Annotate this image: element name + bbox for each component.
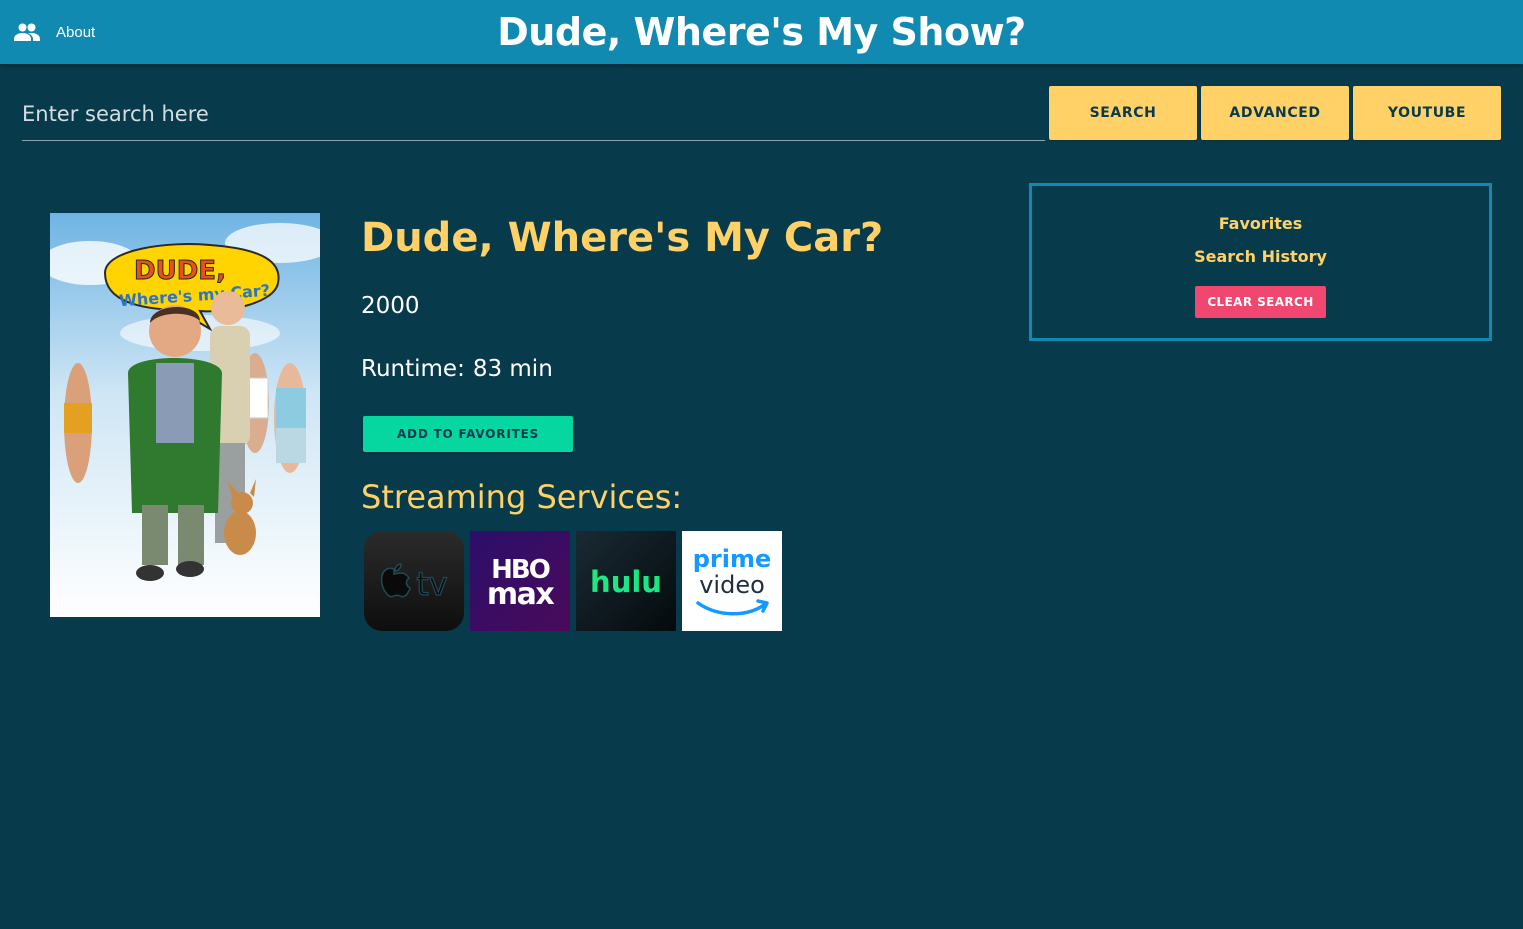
hulu-logo[interactable]: hulu <box>576 531 676 631</box>
max-text: max <box>487 577 555 612</box>
poster-title-top: DUDE, <box>134 256 226 286</box>
apple-tv-text: tv <box>416 565 447 603</box>
clear-search-button[interactable]: CLEAR SEARCH <box>1195 286 1326 318</box>
advanced-button[interactable]: ADVANCED <box>1201 86 1349 140</box>
hbo-max-logo[interactable]: HBO max <box>470 531 570 631</box>
movie-year: 2000 <box>361 293 420 319</box>
search-input[interactable] <box>22 88 1045 141</box>
add-to-favorites-button[interactable]: ADD TO FAVORITES <box>363 416 573 452</box>
search-history-link[interactable]: Search History <box>1032 246 1489 268</box>
runtime-value: 83 min <box>472 356 553 382</box>
app-header: About Dude, Where's My Show? <box>0 0 1523 64</box>
youtube-button[interactable]: YOUTUBE <box>1353 86 1501 140</box>
prime-video-logo[interactable]: prime video <box>682 531 782 631</box>
movie-title: Dude, Where's My Car? <box>361 215 884 261</box>
video-text: video <box>699 571 765 599</box>
search-button[interactable]: SEARCH <box>1049 86 1197 140</box>
prime-text: prime <box>693 545 772 573</box>
apple-tv-logo[interactable]: tv <box>364 531 464 631</box>
movie-runtime: Runtime: 83 min <box>361 354 553 384</box>
movie-poster: DUDE, Where's my Car? <box>50 213 320 617</box>
site-title: Dude, Where's My Show? <box>497 10 1026 54</box>
hulu-text: hulu <box>590 565 662 599</box>
runtime-label: Runtime: <box>361 356 465 382</box>
favorites-link[interactable]: Favorites <box>1032 213 1489 235</box>
user-panel: Favorites Search History CLEAR SEARCH <box>1029 183 1492 341</box>
streaming-heading: Streaming Services: <box>361 478 683 516</box>
